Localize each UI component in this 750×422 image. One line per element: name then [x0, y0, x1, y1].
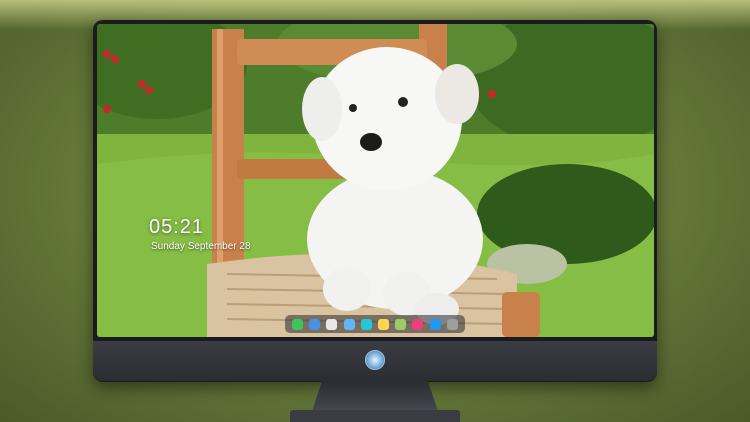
chrome-icon[interactable] — [326, 318, 338, 330]
folder-icon[interactable] — [343, 318, 355, 330]
lock-screen-date: Sunday September 28 — [151, 241, 251, 252]
desktop-wallpaper: 05:21 Sunday September 28 — [97, 24, 654, 337]
wallpaper-illustration — [97, 24, 654, 337]
lock-screen-time: 05:21 — [149, 216, 205, 238]
music-icon[interactable] — [412, 318, 424, 330]
monitor-stand — [312, 381, 438, 411]
photos-icon[interactable] — [395, 318, 407, 330]
app-store-icon[interactable] — [429, 318, 441, 330]
brand-logo-icon — [365, 350, 385, 370]
messages-icon[interactable] — [292, 318, 304, 330]
finder-icon[interactable] — [309, 318, 321, 330]
notes-icon[interactable] — [378, 318, 390, 330]
monitor-stand-base — [290, 410, 460, 422]
dock — [285, 315, 465, 333]
video-icon[interactable] — [360, 318, 372, 330]
camera-icon[interactable] — [446, 318, 458, 330]
